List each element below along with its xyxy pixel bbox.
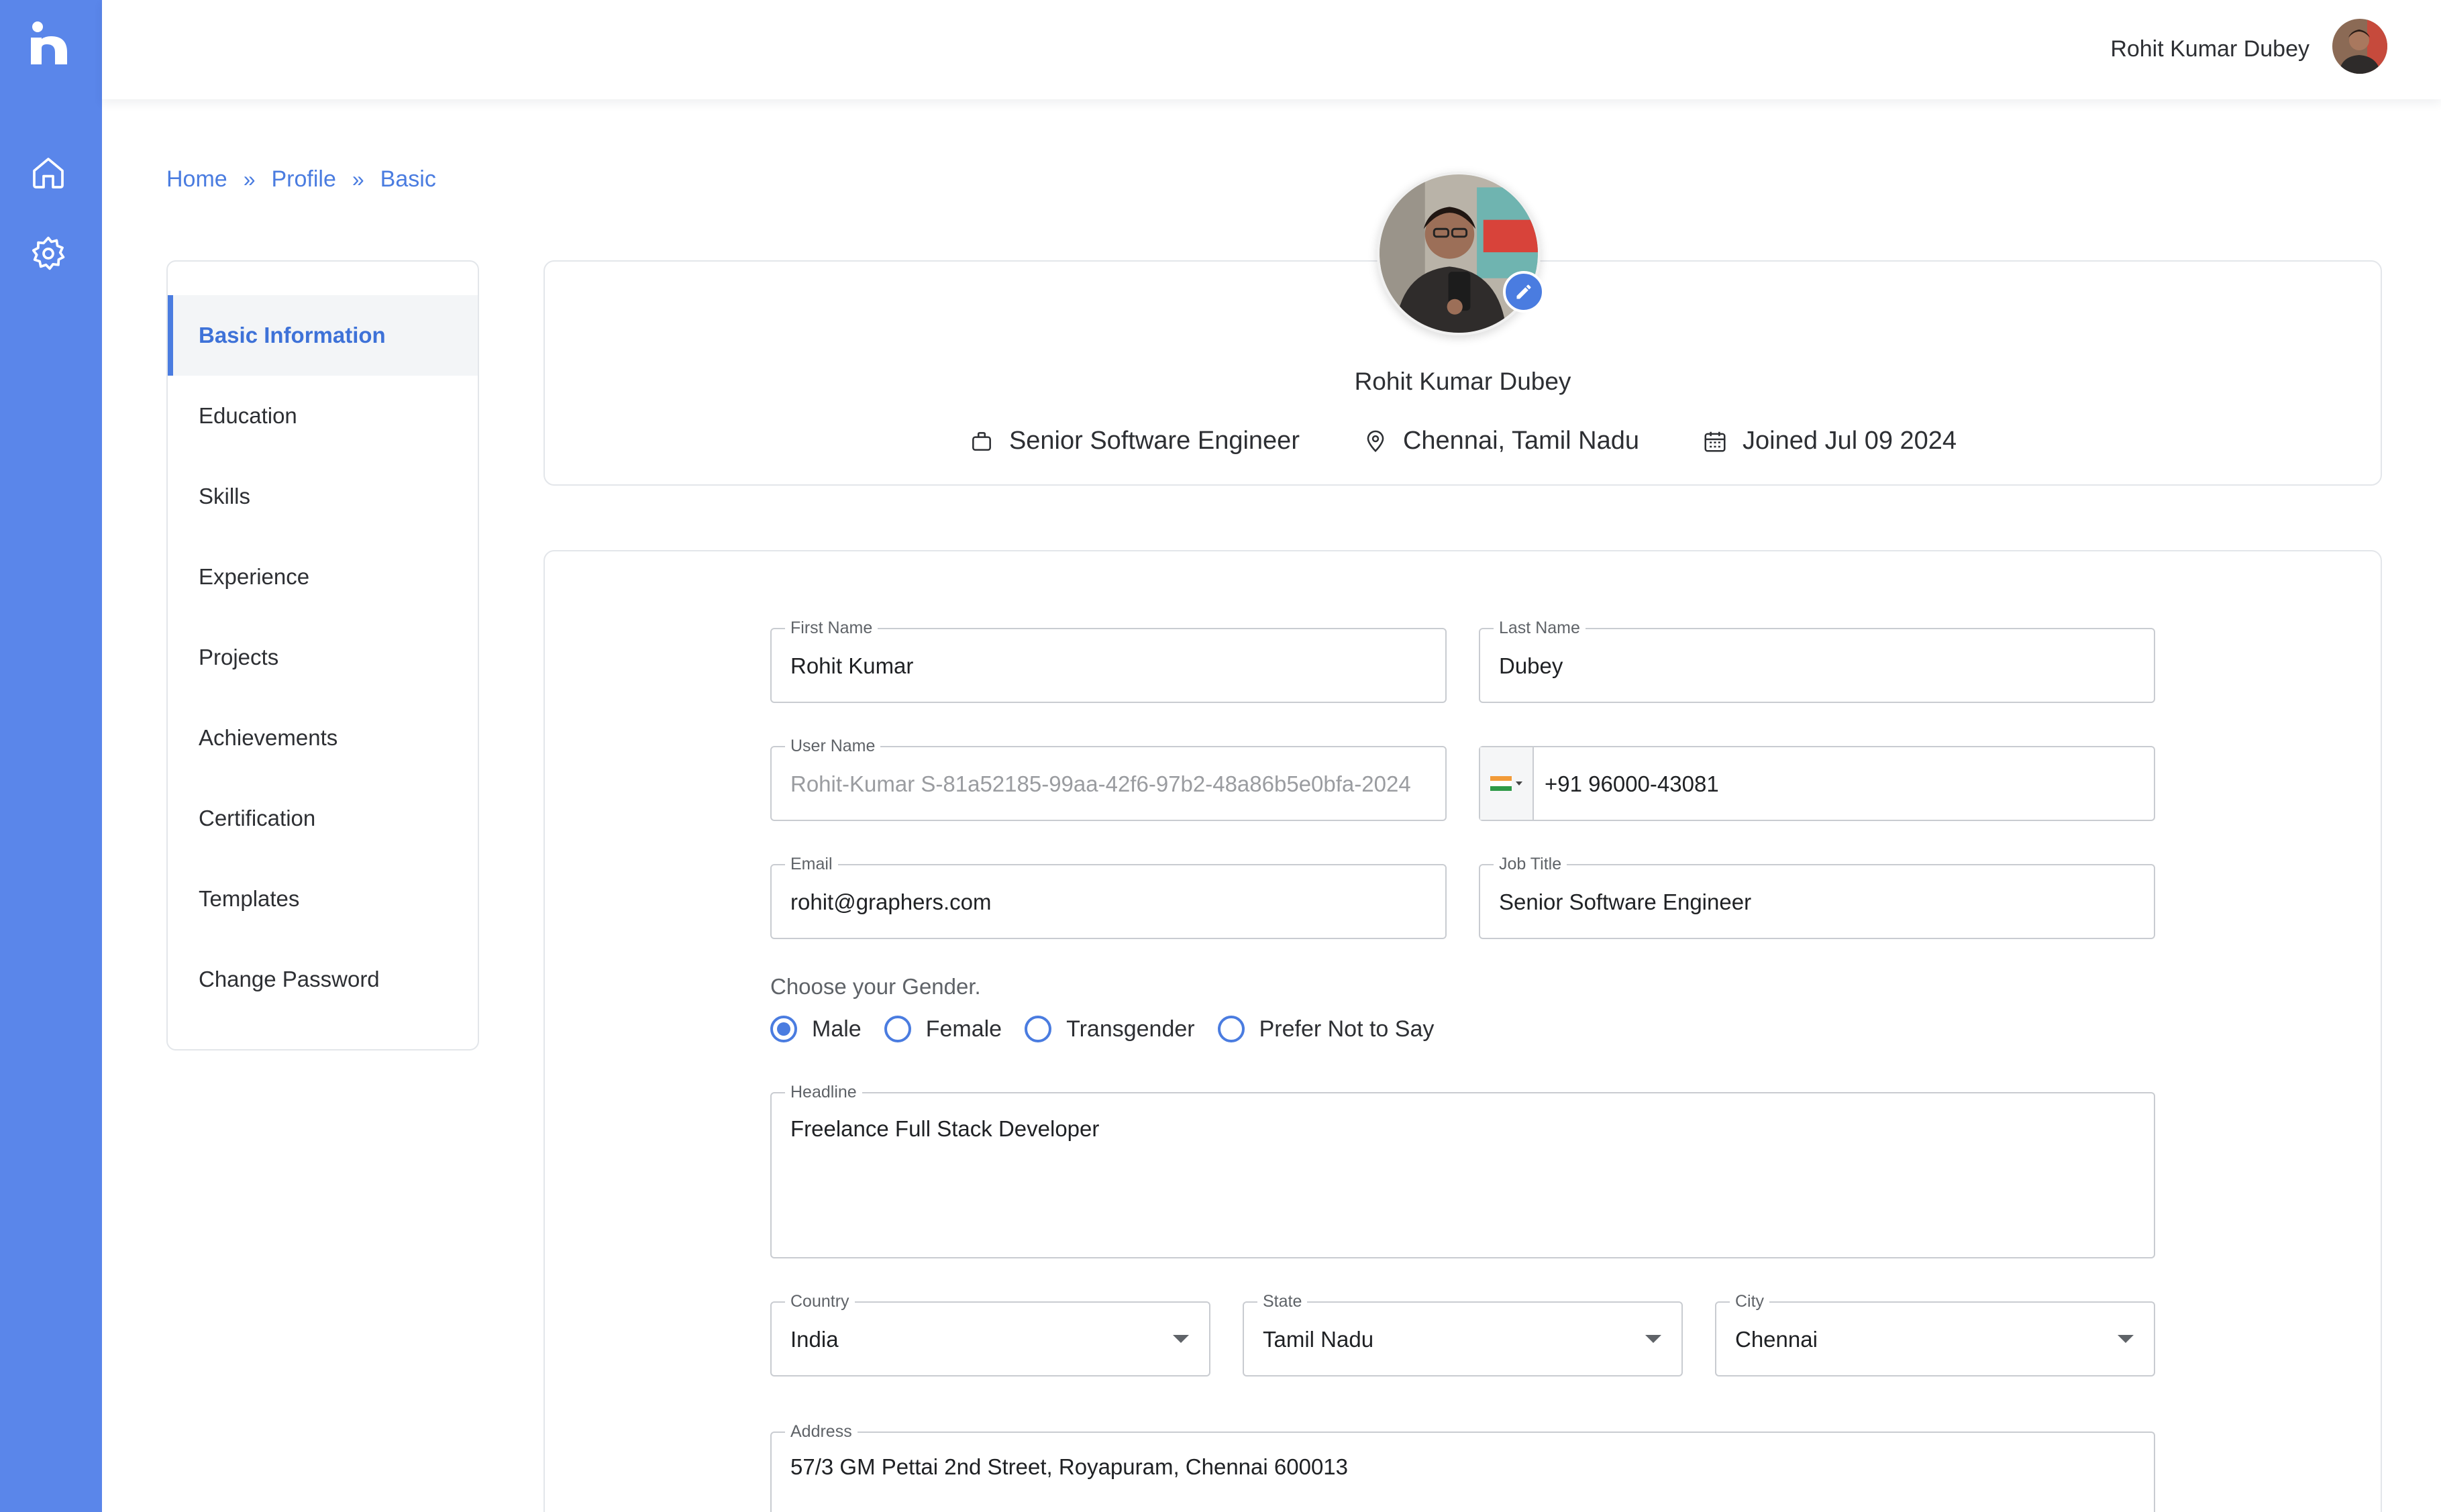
avatar[interactable] bbox=[2332, 19, 2387, 74]
city-label: City bbox=[1730, 1292, 1770, 1311]
email-label: Email bbox=[785, 855, 838, 874]
menu-item-templates[interactable]: Templates bbox=[168, 859, 478, 939]
radio-button[interactable] bbox=[1025, 1016, 1052, 1042]
gender-option-label: Prefer Not to Say bbox=[1259, 1016, 1435, 1042]
breadcrumb-separator: » bbox=[243, 167, 256, 191]
address-textarea[interactable]: 57/3 GM Pettai 2nd Street, Royapuram, Ch… bbox=[790, 1454, 2138, 1480]
radio-button[interactable] bbox=[1217, 1016, 1245, 1042]
last-name-input[interactable]: Dubey bbox=[1499, 653, 2138, 679]
profile-joined-text: Joined Jul 09 2024 bbox=[1743, 427, 1957, 455]
pencil-icon bbox=[1516, 284, 1531, 299]
headline-field[interactable]: Headline Freelance Full Stack Developer bbox=[770, 1083, 2155, 1258]
phone-field[interactable]: +91 96000-43081 bbox=[1479, 746, 2155, 821]
radio-button[interactable] bbox=[884, 1016, 911, 1042]
gender-option-label: Female bbox=[925, 1016, 1002, 1042]
gender-option-male[interactable]: Male bbox=[770, 1016, 862, 1042]
menu-item-basic-information[interactable]: Basic Information bbox=[168, 295, 478, 376]
user-name-input: Rohit-Kumar S-81a52185-99aa-42f6-97b2-48… bbox=[790, 771, 1411, 796]
phone-input[interactable]: +91 96000-43081 bbox=[1545, 771, 2138, 797]
profile-meta: Senior Software Engineer Chennai, Tamil … bbox=[543, 427, 2382, 455]
menu-item-experience[interactable]: Experience bbox=[168, 537, 478, 617]
gender-option-prefer-not-to-say[interactable]: Prefer Not to Say bbox=[1217, 1016, 1435, 1042]
menu-item-change-password[interactable]: Change Password bbox=[168, 939, 478, 1020]
gender-option-transgender[interactable]: Transgender bbox=[1025, 1016, 1195, 1042]
email-input[interactable]: rohit@graphers.com bbox=[790, 889, 1429, 915]
address-field[interactable]: Address 57/3 GM Pettai 2nd Street, Royap… bbox=[770, 1422, 2155, 1512]
calendar-icon bbox=[1704, 431, 1726, 452]
left-rail bbox=[0, 0, 102, 1512]
gender-radio-group: Male Female Transgender Prefer Not to Sa… bbox=[770, 1016, 1434, 1042]
gender-title: Choose your Gender. bbox=[770, 974, 981, 999]
city-select[interactable]: City Chennai bbox=[1715, 1292, 2155, 1376]
header-user-name[interactable]: Rohit Kumar Dubey bbox=[2110, 36, 2309, 62]
gender-option-label: Transgender bbox=[1066, 1016, 1195, 1042]
state-select[interactable]: State Tamil Nadu bbox=[1243, 1292, 1683, 1376]
job-title-label: Job Title bbox=[1494, 855, 1567, 874]
breadcrumb-home[interactable]: Home bbox=[166, 166, 227, 193]
home-icon[interactable] bbox=[30, 154, 67, 192]
job-title-field[interactable]: Job Title Senior Software Engineer bbox=[1479, 855, 2155, 939]
email-field[interactable]: Email rohit@graphers.com bbox=[770, 855, 1447, 939]
first-name-label: First Name bbox=[785, 618, 878, 638]
last-name-field[interactable]: Last Name Dubey bbox=[1479, 618, 2155, 703]
profile-location: Chennai, Tamil Nadu bbox=[1363, 427, 1639, 455]
radio-button[interactable] bbox=[770, 1016, 797, 1042]
app-logo-icon[interactable] bbox=[25, 19, 76, 70]
headline-label: Headline bbox=[785, 1083, 862, 1102]
gender-option-female[interactable]: Female bbox=[884, 1016, 1002, 1042]
country-code-selector[interactable] bbox=[1480, 747, 1534, 820]
user-name-field: User Name Rohit-Kumar S-81a52185-99aa-42… bbox=[770, 737, 1447, 821]
chevron-down-icon bbox=[1516, 781, 1522, 786]
country-value[interactable]: India bbox=[790, 1327, 1193, 1352]
top-header: Rohit Kumar Dubey bbox=[102, 0, 2441, 99]
breadcrumb-basic[interactable]: Basic bbox=[380, 166, 436, 193]
profile-job-title: Senior Software Engineer bbox=[1008, 427, 1300, 455]
country-select[interactable]: Country India bbox=[770, 1292, 1210, 1376]
country-label: Country bbox=[785, 1292, 855, 1311]
menu-item-education[interactable]: Education bbox=[168, 376, 478, 456]
first-name-input[interactable]: Rohit Kumar bbox=[790, 653, 1429, 679]
profile-name: Rohit Kumar Dubey bbox=[1354, 368, 1571, 395]
breadcrumb: Home » Profile » Basic bbox=[166, 166, 436, 193]
state-value[interactable]: Tamil Nadu bbox=[1263, 1327, 1665, 1352]
state-label: State bbox=[1257, 1292, 1308, 1311]
job-title-input[interactable]: Senior Software Engineer bbox=[1499, 889, 2138, 915]
menu-item-certification[interactable]: Certification bbox=[168, 778, 478, 859]
breadcrumb-profile[interactable]: Profile bbox=[272, 166, 336, 193]
address-label: Address bbox=[785, 1422, 858, 1442]
profile-location-text: Chennai, Tamil Nadu bbox=[1402, 427, 1640, 455]
profile-job: Senior Software Engineer bbox=[969, 427, 1300, 455]
last-name-label: Last Name bbox=[1494, 618, 1586, 638]
edit-avatar-button[interactable] bbox=[1503, 271, 1545, 313]
menu-item-achievements[interactable]: Achievements bbox=[168, 698, 478, 778]
city-value[interactable]: Chennai bbox=[1735, 1327, 2138, 1352]
location-pin-icon bbox=[1367, 430, 1384, 452]
headline-textarea[interactable]: Freelance Full Stack Developer bbox=[790, 1116, 2138, 1142]
breadcrumb-separator: » bbox=[352, 167, 364, 191]
user-name-label: User Name bbox=[785, 737, 881, 756]
menu-item-skills[interactable]: Skills bbox=[168, 456, 478, 537]
menu-item-projects[interactable]: Projects bbox=[168, 617, 478, 698]
india-flag-icon bbox=[1490, 776, 1512, 791]
chevron-down-icon[interactable] bbox=[2118, 1335, 2134, 1343]
profile-joined: Joined Jul 09 2024 bbox=[1702, 427, 1957, 455]
chevron-down-icon[interactable] bbox=[1173, 1335, 1189, 1343]
gender-option-label: Male bbox=[812, 1016, 862, 1042]
profile-side-menu: Basic Information Education Skills Exper… bbox=[166, 260, 479, 1050]
chevron-down-icon[interactable] bbox=[1645, 1335, 1661, 1343]
briefcase-icon bbox=[972, 431, 991, 451]
first-name-field[interactable]: First Name Rohit Kumar bbox=[770, 618, 1447, 703]
gear-icon[interactable] bbox=[30, 235, 67, 272]
